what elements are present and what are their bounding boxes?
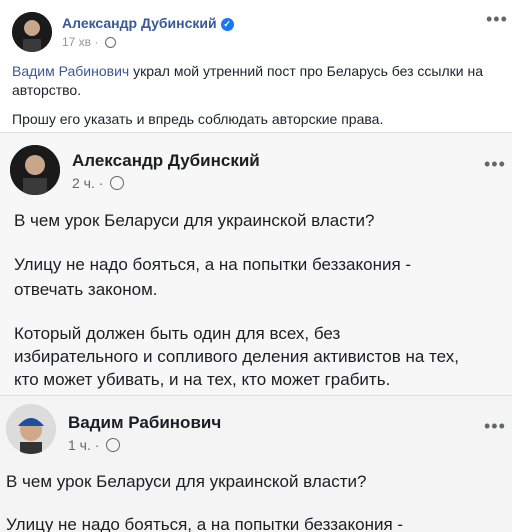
screenshot2-avatar (6, 404, 56, 454)
post-text-line-2: авторство. (12, 82, 82, 98)
screenshot1-line: В чем урок Беларуси для украинской власт… (14, 211, 375, 230)
screenshot1-line: отвечать законом. (14, 280, 158, 299)
post-text-line-3: Прошу его указать и впредь соблюдать авт… (12, 111, 384, 127)
post-text: Вадим Рабинович украл мой утренний пост … (12, 62, 502, 129)
screenshot1-avatar (10, 145, 60, 195)
screenshot1-line: кто может убивать, и на тех, кто может г… (14, 370, 391, 389)
post-time[interactable]: 17 хв (62, 35, 91, 49)
screenshot1-line: Который должен быть один для всех, без (14, 324, 341, 343)
mention-link[interactable]: Вадим Рабинович (12, 63, 129, 79)
screenshot1-meta: 2 ч. · (72, 175, 125, 191)
embedded-screenshot-1: Александр Дубинский 2 ч. · ••• В чем уро… (0, 133, 512, 395)
embedded-screenshot-2: Вадим Рабинович 1 ч. · ••• В чем урок Бе… (0, 396, 512, 532)
verified-badge-icon: ✓ (220, 18, 234, 31)
screenshot2-author: Вадим Рабинович (68, 413, 222, 432)
screenshot2-time: 1 ч. (68, 437, 91, 453)
screenshot1-time: 2 ч. (72, 175, 95, 191)
screenshot2-meta: 1 ч. · (68, 437, 121, 453)
screenshot1-options-icon: ••• (484, 154, 506, 174)
screenshot1-line: Улицу не надо бояться, а на попытки безз… (14, 255, 412, 274)
screenshot2-options-icon: ••• (484, 416, 506, 436)
public-icon (104, 37, 116, 48)
screenshot2-line: Улицу не надо бояться, а на попытки безз… (6, 515, 404, 532)
author-name[interactable]: Александр Дубинский ✓ (62, 15, 234, 31)
author-name-text[interactable]: Александр Дубинский (62, 15, 217, 31)
public-icon (106, 438, 121, 452)
post-text-line-1: Вадим Рабинович украл мой утренний пост … (12, 62, 502, 81)
public-icon (110, 176, 125, 190)
post-text-segment: украл мой утренний пост про Беларусь без… (129, 63, 484, 79)
post-header: Александр Дубинский ✓ 17 хв · ••• (0, 0, 512, 56)
screenshot2-line: В чем урок Беларуси для украинской власт… (6, 472, 367, 491)
author-avatar[interactable] (12, 12, 52, 52)
post-options-icon[interactable]: ••• (486, 10, 508, 28)
screenshot1-author: Александр Дубинский (72, 151, 260, 170)
screenshot1-line: избирательного и сопливого деления актив… (14, 347, 459, 366)
post-meta: 17 хв · (62, 35, 116, 49)
